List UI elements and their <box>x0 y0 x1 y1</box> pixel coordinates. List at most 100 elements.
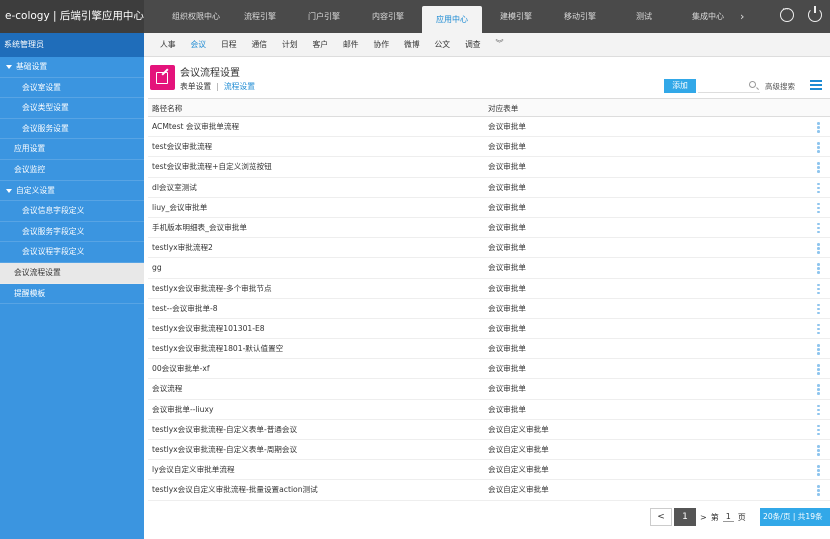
tab-form-settings[interactable]: 表单设置 <box>180 82 211 91</box>
sidebar-item-agenda-fields[interactable]: 会议议程字段定义 <box>0 242 144 263</box>
module-tab-comm[interactable]: 通信 <box>252 33 283 56</box>
table-row[interactable]: test--会议审批单-8 会议审批单 <box>148 299 830 319</box>
top-nav-item-org[interactable]: 组织权限中心 <box>164 0 228 33</box>
table-row[interactable]: testlyx会议自定义审批流程-批量设置action测试 会议自定义审批单 <box>148 480 830 501</box>
chevron-double-down-icon[interactable]: ︾ <box>496 33 504 56</box>
add-button[interactable]: 添加 <box>664 79 696 93</box>
module-tab-collab[interactable]: 协作 <box>374 33 405 56</box>
row-menu-icon[interactable] <box>817 122 820 133</box>
table-row[interactable]: ACMtest 会议审批单流程 会议审批单 <box>148 117 830 138</box>
more-icon[interactable] <box>780 5 794 22</box>
module-tab-weibo[interactable]: 微博 <box>404 33 435 56</box>
row-menu-icon[interactable] <box>817 142 820 153</box>
row-menu-icon[interactable] <box>817 323 820 335</box>
row-menu-icon[interactable] <box>817 384 820 395</box>
module-tab-survey[interactable]: 调查 <box>465 33 496 56</box>
path-name-cell: test--会议审批单-8 <box>152 303 218 313</box>
column-header-form[interactable]: 对应表单 <box>488 99 518 118</box>
row-menu-icon[interactable] <box>817 445 820 456</box>
top-nav-item-test[interactable]: 测试 <box>612 0 676 33</box>
top-nav-item-mobile[interactable]: 移动引擎 <box>548 0 612 33</box>
page-number-input[interactable]: 1 <box>722 512 734 522</box>
table-row[interactable]: 00会议审批单-xf 会议审批单 <box>148 359 830 380</box>
table-row[interactable]: gg 会议审批单 <box>148 258 830 279</box>
row-menu-icon[interactable] <box>817 364 820 375</box>
sidebar-item-type[interactable]: 会议类型设置 <box>0 98 144 119</box>
table-row[interactable]: testlyx会议审批流程1801-默认值置空 会议审批单 <box>148 339 830 360</box>
row-menu-icon[interactable] <box>817 465 820 476</box>
top-nav-item-content[interactable]: 内容引擎 <box>356 0 420 33</box>
row-menu-icon[interactable] <box>817 202 820 214</box>
table-row[interactable]: 会议审批单--liuxy 会议审批单 <box>148 400 830 420</box>
list-menu-icon[interactable] <box>810 80 822 90</box>
table-row[interactable]: 手机版本明细表_会议审批单 会议审批单 <box>148 218 830 239</box>
row-menu-icon[interactable] <box>817 485 820 496</box>
app-brand[interactable]: e-cology | 后端引擎应用中心 <box>0 0 144 33</box>
form-cell: 会议审批单 <box>488 323 526 333</box>
advanced-search-link[interactable]: 高级搜索 <box>765 81 795 92</box>
sidebar: 系统管理员 基础设置 会议室设置 会议类型设置 会议服务设置 应用设置 会议监控… <box>0 33 144 539</box>
page-tabs: 表单设置 | 流程设置 <box>180 81 255 92</box>
sidebar-item-flow-settings[interactable]: 会议流程设置 <box>0 262 144 284</box>
module-tab-plan[interactable]: 计划 <box>282 33 313 56</box>
module-tab-schedule[interactable]: 日程 <box>221 33 252 56</box>
top-nav-item-portal[interactable]: 门户引擎 <box>292 0 356 33</box>
sidebar-item-service-fields[interactable]: 会议服务字段定义 <box>0 222 144 243</box>
prev-page-button[interactable]: < <box>650 508 672 526</box>
sidebar-item-service[interactable]: 会议服务设置 <box>0 119 144 140</box>
row-menu-icon[interactable] <box>817 344 820 355</box>
module-tab-customer[interactable]: 客户 <box>313 33 344 56</box>
page-label-post: 页 <box>737 512 746 522</box>
sidebar-item-room[interactable]: 会议室设置 <box>0 78 144 99</box>
module-tab-hr[interactable]: 人事 <box>160 33 191 56</box>
form-cell: 会议审批单 <box>488 122 526 131</box>
edit-icon <box>150 65 175 90</box>
module-tab-mail[interactable]: 邮件 <box>343 33 374 56</box>
table-row[interactable]: liuy_会议审批单 会议审批单 <box>148 198 830 218</box>
module-tab-document[interactable]: 公文 <box>435 33 466 56</box>
search-icon[interactable] <box>749 81 756 88</box>
row-menu-icon[interactable] <box>817 404 820 416</box>
power-icon[interactable] <box>808 6 822 22</box>
table-row[interactable]: testlyx会议审批流程-多个审批节点 会议审批单 <box>148 279 830 299</box>
table-row[interactable]: ly会议自定义审批单流程 会议自定义审批单 <box>148 460 830 481</box>
sidebar-item-monitor[interactable]: 会议监控 <box>0 160 144 181</box>
form-cell: 会议审批单 <box>488 202 526 212</box>
page-size-summary[interactable]: 20条/页 | 共19条 <box>760 508 830 526</box>
row-menu-icon[interactable] <box>817 243 820 254</box>
table-row[interactable]: testlyx会议审批流程-自定义表单-周期会议 会议自定义审批单 <box>148 440 830 461</box>
table-row[interactable]: test会议审批流程+自定义浏览按钮 会议审批单 <box>148 157 830 178</box>
form-cell: 会议审批单 <box>488 364 526 374</box>
table-header: 路径名称 对应表单 <box>148 98 830 117</box>
row-menu-icon[interactable] <box>817 162 820 173</box>
table-row[interactable]: testlyx会议审批流程-自定义表单-普通会议 会议自定义审批单 <box>148 420 830 440</box>
table-row[interactable]: 会议流程 会议审批单 <box>148 379 830 400</box>
row-menu-icon[interactable] <box>817 263 820 274</box>
module-tab-meeting[interactable]: 会议 <box>191 33 222 56</box>
row-menu-icon[interactable] <box>817 424 820 436</box>
tab-flow-settings[interactable]: 流程设置 <box>224 82 255 91</box>
sidebar-item-reminder[interactable]: 提醒模板 <box>0 284 144 305</box>
row-menu-icon[interactable] <box>817 283 820 295</box>
row-menu-icon[interactable] <box>817 303 820 315</box>
chevron-right-icon[interactable]: › <box>740 0 752 33</box>
top-nav-item-workflow[interactable]: 流程引擎 <box>228 0 292 33</box>
table-row[interactable]: dl会议室测试 会议审批单 <box>148 178 830 198</box>
sidebar-item-app-settings[interactable]: 应用设置 <box>0 139 144 160</box>
top-nav-item-app-center[interactable]: 应用中心 <box>422 6 482 33</box>
row-menu-icon[interactable] <box>817 222 820 234</box>
table-row[interactable]: test会议审批流程 会议审批单 <box>148 137 830 158</box>
table-row[interactable]: testlyx会议审批流程101301-E8 会议审批单 <box>148 319 830 340</box>
form-cell: 会议审批单 <box>488 222 526 232</box>
column-header-path[interactable]: 路径名称 <box>152 99 182 118</box>
table-row[interactable]: testlyx审批流程2 会议审批单 <box>148 238 830 259</box>
sidebar-item-info-fields[interactable]: 会议信息字段定义 <box>0 201 144 222</box>
next-page-button[interactable]: > <box>700 513 707 522</box>
sidebar-group-custom[interactable]: 自定义设置 <box>0 181 144 202</box>
top-nav-item-modeling[interactable]: 建模引擎 <box>484 0 548 33</box>
path-name-cell: dl会议室测试 <box>152 182 197 192</box>
row-menu-icon[interactable] <box>817 182 820 194</box>
current-page-button[interactable]: 1 <box>674 508 696 526</box>
sidebar-group-basic[interactable]: 基础设置 <box>0 57 144 78</box>
top-nav-item-integration[interactable]: 集成中心 <box>676 0 740 33</box>
